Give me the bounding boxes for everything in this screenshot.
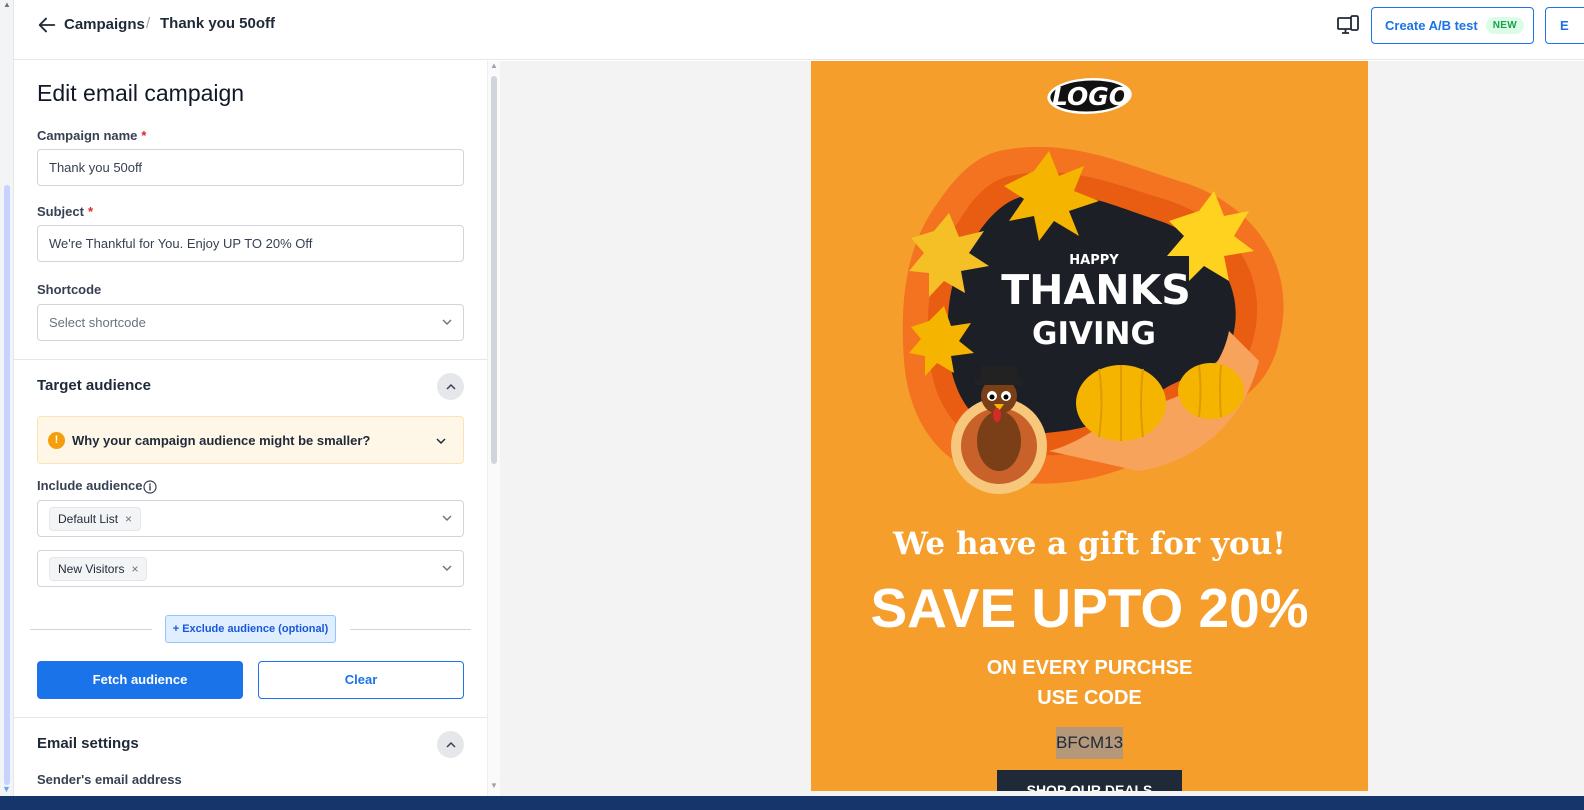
clear-button[interactable]: Clear [258, 661, 464, 699]
shortcode-placeholder: Select shortcode [49, 315, 146, 330]
breadcrumb-separator: / [146, 15, 151, 32]
divider-line [30, 629, 152, 630]
edit-campaign-panel: Edit email campaign Campaign name * Thank… [14, 61, 487, 796]
chevron-up-icon [445, 741, 456, 748]
next-button[interactable]: E [1545, 7, 1584, 44]
on-every-purchase-text: ON EVERY PURCHSE [986, 657, 1193, 679]
page-title: Edit email campaign [37, 80, 245, 106]
audience-tag: Default List × [49, 507, 142, 531]
chevron-down-icon [442, 515, 452, 521]
subject-label: Subject * [37, 204, 94, 219]
brand-logo: LOGO [811, 75, 1368, 122]
email-settings-title: Email settings [37, 735, 139, 752]
sender-email-label: Sender's email address [37, 772, 182, 787]
chevron-up-icon [445, 383, 456, 390]
email-preview-area: LOGO HAPPY THANKS GIVING We have a gift … [500, 61, 1584, 796]
page-scrollbar[interactable]: ▲ ▼ [0, 0, 14, 796]
breadcrumb-current: Thank you 50off [160, 15, 276, 32]
exclude-audience-button[interactable]: + Exclude audience (optional) [165, 615, 336, 643]
email-preview: LOGO HAPPY THANKS GIVING We have a gift … [811, 61, 1368, 791]
audience-tag-label: Default List [58, 511, 119, 526]
include-audience-label: Include audience [37, 478, 143, 493]
svg-text:GIVING: GIVING [1032, 316, 1156, 352]
panel-scrollbar-thumb[interactable] [491, 76, 497, 464]
audience-tag-label: New Visitors [58, 561, 125, 576]
remove-tag-icon[interactable]: × [125, 502, 132, 537]
top-header: Campaigns / Thank you 50off Create A/B t… [14, 0, 1584, 60]
page-scrollbar-thumb[interactable] [4, 185, 10, 785]
breadcrumb-campaigns-link[interactable]: Campaigns [64, 16, 145, 33]
shop-deals-button[interactable]: SHOP OUR DEALS [997, 770, 1182, 791]
target-audience-title: Target audience [37, 377, 151, 394]
ab-test-label: Create A/B test [1385, 18, 1478, 33]
scroll-up-icon[interactable]: ▲ [490, 61, 498, 70]
use-code-text: USE CODE [1037, 687, 1142, 709]
divider-line [350, 629, 471, 630]
collapse-target-audience-button[interactable] [437, 373, 464, 400]
svg-text:THANKS: THANKS [1001, 266, 1191, 314]
required-mark: * [87, 204, 94, 219]
include-audience-select-2[interactable]: New Visitors × [37, 550, 464, 587]
remove-tag-icon[interactable]: × [131, 552, 138, 587]
save-headline: SAVE UPTO 20% [870, 577, 1309, 639]
warning-icon: ! [48, 432, 65, 449]
gift-headline: We have a gift for you! [893, 526, 1286, 562]
back-arrow-icon[interactable] [36, 14, 58, 36]
info-icon[interactable] [143, 480, 157, 494]
fetch-audience-button[interactable]: Fetch audience [37, 661, 243, 699]
warning-text: Why your campaign audience might be smal… [72, 433, 371, 448]
thanksgiving-illustration: HAPPY THANKS GIVING [902, 146, 1284, 494]
chevron-down-icon [442, 319, 452, 325]
subject-input[interactable]: We're Thankful for You. Enjoy UP TO 20% … [37, 225, 464, 262]
scroll-down-icon[interactable]: ▼ [490, 781, 498, 790]
scroll-down-icon[interactable]: ▼ [2, 784, 11, 794]
campaign-name-label: Campaign name * [37, 128, 147, 143]
new-badge: NEW [1485, 17, 1524, 34]
audience-tag: New Visitors × [49, 557, 148, 581]
include-audience-select-1[interactable]: Default List × [37, 500, 464, 537]
campaign-name-input[interactable]: Thank you 50off [37, 149, 464, 186]
shortcode-select[interactable]: Select shortcode [37, 304, 464, 341]
chevron-down-icon [442, 565, 452, 571]
required-mark: * [141, 128, 147, 143]
shortcode-label: Shortcode [37, 282, 102, 297]
device-preview-icon[interactable] [1336, 14, 1360, 38]
discount-code: BFCM13 [1056, 727, 1123, 759]
create-ab-test-button[interactable]: Create A/B test NEW [1371, 7, 1534, 44]
panel-scrollbar[interactable]: ▲ ▼ [487, 61, 500, 796]
taskbar [0, 796, 1584, 810]
chevron-down-icon [436, 438, 446, 445]
section-divider [14, 359, 487, 360]
audience-warning-banner[interactable]: ! Why your campaign audience might be sm… [37, 416, 464, 464]
scroll-up-icon[interactable]: ▲ [3, 0, 11, 9]
svg-text:LOGO: LOGO [1051, 82, 1129, 111]
collapse-email-settings-button[interactable] [437, 731, 464, 758]
section-divider [14, 717, 487, 718]
